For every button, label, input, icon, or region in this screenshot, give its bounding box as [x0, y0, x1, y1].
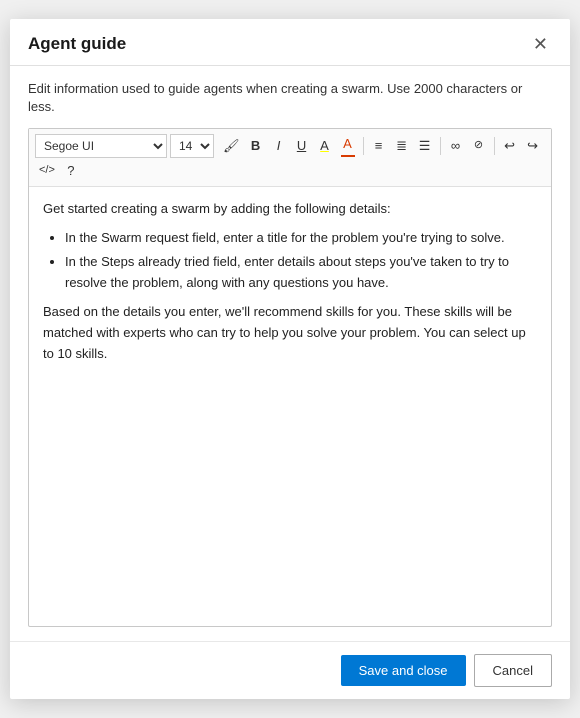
font-color-button[interactable]: A: [337, 133, 359, 158]
dialog-footer: Save and close Cancel: [10, 641, 570, 699]
font-size-select[interactable]: 8910 111214 161820 242836 4872: [170, 134, 214, 158]
agent-guide-dialog: Agent guide ✕ Edit information used to g…: [10, 19, 570, 699]
dialog-description: Edit information used to guide agents wh…: [28, 80, 552, 116]
dialog-title: Agent guide: [28, 34, 126, 54]
separator-3: [494, 137, 495, 155]
bullets-button[interactable]: ≡: [368, 135, 390, 157]
undo-button[interactable]: ↩: [499, 135, 521, 157]
dialog-header: Agent guide ✕: [10, 19, 570, 66]
numbering-button[interactable]: ≣: [391, 135, 413, 157]
redo-button[interactable]: ↪: [522, 135, 544, 157]
close-button[interactable]: ✕: [529, 33, 552, 55]
bullet-item-2: In the Steps already tried field, enter …: [65, 252, 537, 294]
remove-link-button[interactable]: ⊘: [468, 136, 490, 155]
underline-button[interactable]: U: [291, 135, 313, 157]
dialog-body: Edit information used to guide agents wh…: [10, 66, 570, 641]
align-button[interactable]: ☰: [414, 135, 436, 157]
bold-button[interactable]: B: [245, 135, 267, 157]
edit-source-button[interactable]: </>: [35, 161, 59, 180]
editor-toolbar: Segoe UI Arial Calibri Times New Roman 8…: [29, 129, 551, 186]
insert-link-button[interactable]: ∞: [445, 135, 467, 157]
editor-content-area[interactable]: Get started creating a swarm by adding t…: [29, 187, 551, 626]
content-bullets: In the Swarm request field, enter a titl…: [43, 228, 537, 294]
rich-text-editor: Segoe UI Arial Calibri Times New Roman 8…: [28, 128, 552, 627]
italic-button[interactable]: I: [268, 135, 290, 157]
cancel-button[interactable]: Cancel: [474, 654, 552, 687]
separator-1: [363, 137, 364, 155]
save-and-close-button[interactable]: Save and close: [341, 655, 466, 686]
separator-2: [440, 137, 441, 155]
content-para2: Based on the details you enter, we'll re…: [43, 302, 537, 364]
font-family-select[interactable]: Segoe UI Arial Calibri Times New Roman: [35, 134, 167, 158]
highlight-button[interactable]: A: [314, 135, 336, 157]
format-paint-button[interactable]: 🖌: [219, 135, 244, 157]
content-intro: Get started creating a swarm by adding t…: [43, 199, 537, 220]
bullet-item-1: In the Swarm request field, enter a titl…: [65, 228, 537, 249]
help-button[interactable]: ?: [60, 160, 82, 182]
